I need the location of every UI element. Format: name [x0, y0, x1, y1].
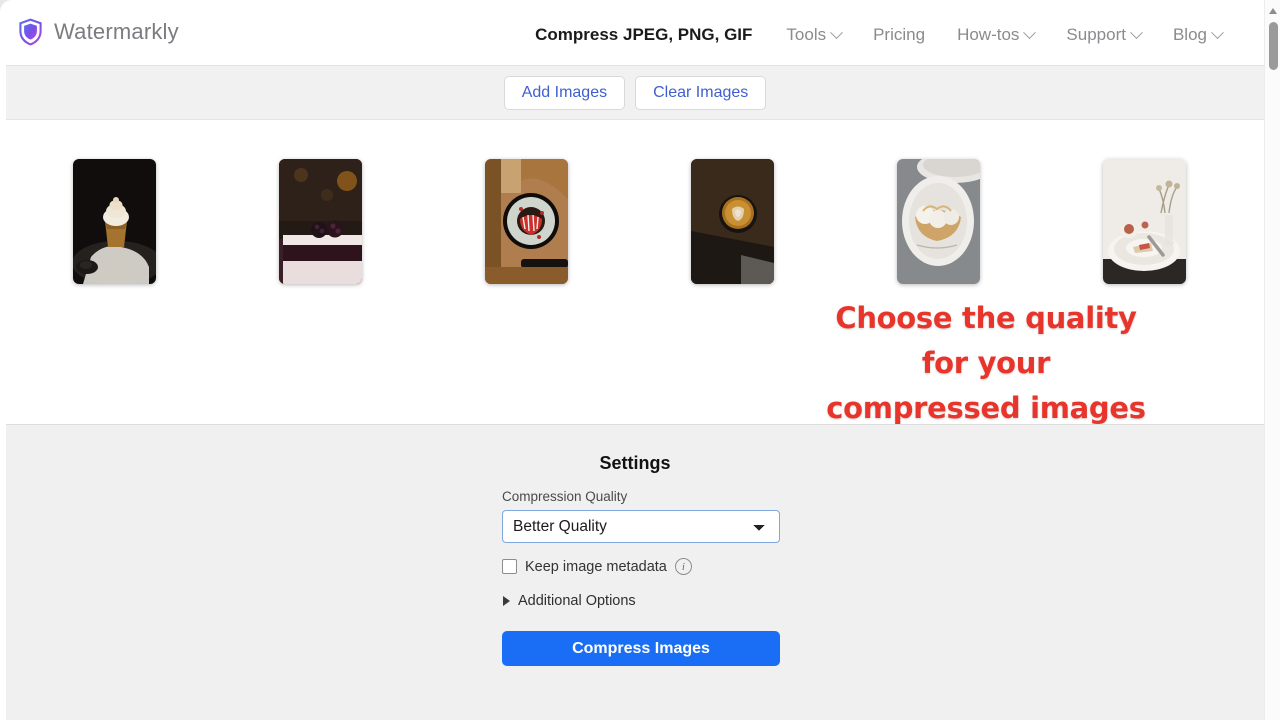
nav-item-tools[interactable]: Tools: [770, 25, 857, 45]
thumbnail-item[interactable]: [73, 159, 156, 284]
blackberry-cake-image: [279, 159, 362, 284]
nav-item-compress[interactable]: Compress JPEG, PNG, GIF: [519, 25, 770, 45]
page-canvas: Watermarkly Compress JPEG, PNG, GIF Tool…: [6, 4, 1264, 720]
info-icon[interactable]: i: [674, 558, 692, 575]
additional-options-toggle[interactable]: Additional Options: [503, 593, 786, 609]
nav-item-how-tos[interactable]: How-tos: [941, 25, 1050, 45]
page-scrollbar[interactable]: [1264, 0, 1280, 720]
main-navigation: Compress JPEG, PNG, GIF Tools Pricing Ho…: [519, 4, 1238, 66]
settings-title: Settings: [599, 453, 671, 473]
clear-images-button[interactable]: Clear Images: [635, 75, 767, 110]
nav-item-blog[interactable]: Blog: [1157, 25, 1238, 45]
add-images-button[interactable]: Add Images: [503, 75, 626, 110]
nav-item-pricing[interactable]: Pricing: [857, 25, 941, 45]
cupcake-image: [73, 159, 156, 284]
latte-cup-image: [691, 159, 774, 284]
compression-quality-label: Compression Quality: [502, 489, 628, 504]
chevron-down-icon: [830, 25, 843, 39]
settings-section: Settings Compression Quality Better Qual…: [6, 424, 1264, 720]
nav-item-label: Tools: [786, 25, 827, 44]
thumbnail-item[interactable]: [1103, 159, 1186, 284]
nav-item-label: How-tos: [957, 25, 1020, 44]
shield-icon: [19, 18, 42, 46]
chevron-down-icon: [1211, 25, 1224, 39]
nav-item-support[interactable]: Support: [1050, 25, 1157, 45]
nav-item-label: Support: [1066, 25, 1126, 44]
thumbnail-item[interactable]: [485, 159, 568, 284]
annotation-line-1: Choose the quality: [835, 301, 1137, 335]
scroll-up-arrow-icon[interactable]: [1269, 8, 1277, 14]
chevron-down-icon: [1130, 25, 1143, 39]
compress-images-button[interactable]: Compress Images: [502, 631, 780, 666]
nav-item-label: Compress JPEG, PNG, GIF: [535, 25, 753, 44]
browser-window: Watermarkly Compress JPEG, PNG, GIF Tool…: [0, 0, 1280, 720]
scrollbar-thumb[interactable]: [1268, 22, 1278, 70]
nav-item-label: Blog: [1172, 25, 1207, 44]
thumbnail-item[interactable]: [897, 159, 980, 284]
keep-metadata-label: Keep image metadata: [525, 558, 667, 575]
caret-right-icon: [503, 596, 510, 606]
compression-quality-select[interactable]: Better Quality: [502, 510, 780, 543]
site-header: Watermarkly Compress JPEG, PNG, GIF Tool…: [6, 4, 1264, 66]
annotation-line-2: for your: [921, 346, 1051, 380]
annotation-callout-text: Choose the quality for your compressed i…: [806, 296, 1166, 431]
thumbnail-item[interactable]: [279, 159, 362, 284]
additional-options-label: Additional Options: [518, 593, 636, 609]
chocolate-dessert-image: [485, 159, 568, 284]
chevron-down-icon: [1023, 25, 1037, 39]
dessert-table-image: [1103, 159, 1186, 284]
nav-item-label: Pricing: [873, 25, 926, 44]
keep-metadata-row: Keep image metadata i: [502, 558, 786, 575]
brand-name: Watermarkly: [54, 19, 179, 44]
keep-metadata-checkbox[interactable]: [502, 559, 517, 574]
settings-form: Compression Quality Better Quality Keep …: [496, 489, 786, 666]
brand-logo-link[interactable]: Watermarkly: [18, 18, 179, 46]
thumbnail-item[interactable]: [691, 159, 774, 284]
image-toolbar: Add Images Clear Images: [6, 66, 1264, 120]
pastry-plate-image: [897, 159, 980, 284]
